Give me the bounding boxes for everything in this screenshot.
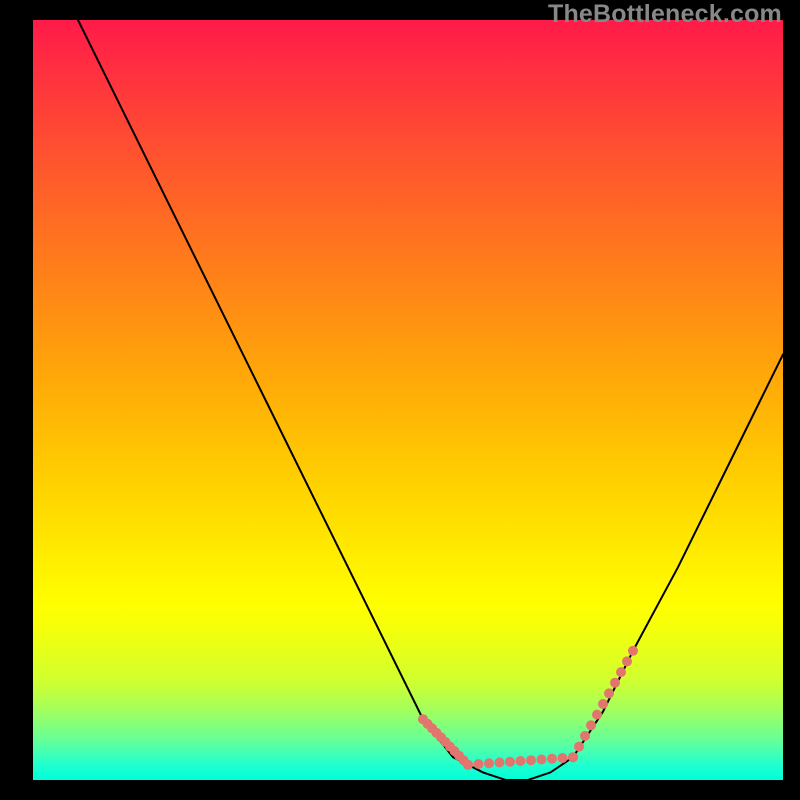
highlight-dot bbox=[598, 699, 608, 709]
highlight-dot bbox=[495, 758, 505, 768]
highlight-dot bbox=[568, 752, 578, 762]
gradient-plot-background bbox=[33, 20, 783, 780]
watermark-text: TheBottleneck.com bbox=[548, 0, 782, 29]
highlight-dot bbox=[610, 678, 620, 688]
highlight-dot bbox=[574, 742, 584, 752]
highlight-dots bbox=[418, 646, 638, 770]
highlight-dot bbox=[505, 757, 515, 767]
highlight-dot bbox=[547, 754, 557, 764]
highlight-dot bbox=[586, 720, 596, 730]
highlight-dot bbox=[628, 646, 638, 656]
bottleneck-curve bbox=[78, 20, 783, 780]
highlight-dot bbox=[474, 759, 484, 769]
highlight-dot bbox=[558, 753, 568, 763]
highlight-dot bbox=[604, 688, 614, 698]
highlight-dot bbox=[622, 656, 632, 666]
highlight-dot bbox=[580, 731, 590, 741]
highlight-dot bbox=[592, 710, 602, 720]
highlight-dot bbox=[526, 755, 536, 765]
highlight-dot bbox=[516, 756, 526, 766]
highlight-dot bbox=[484, 758, 494, 768]
highlight-dot bbox=[463, 760, 473, 770]
highlight-dot bbox=[616, 667, 626, 677]
bottleneck-curve-svg bbox=[33, 20, 783, 780]
highlight-dot bbox=[537, 755, 547, 765]
